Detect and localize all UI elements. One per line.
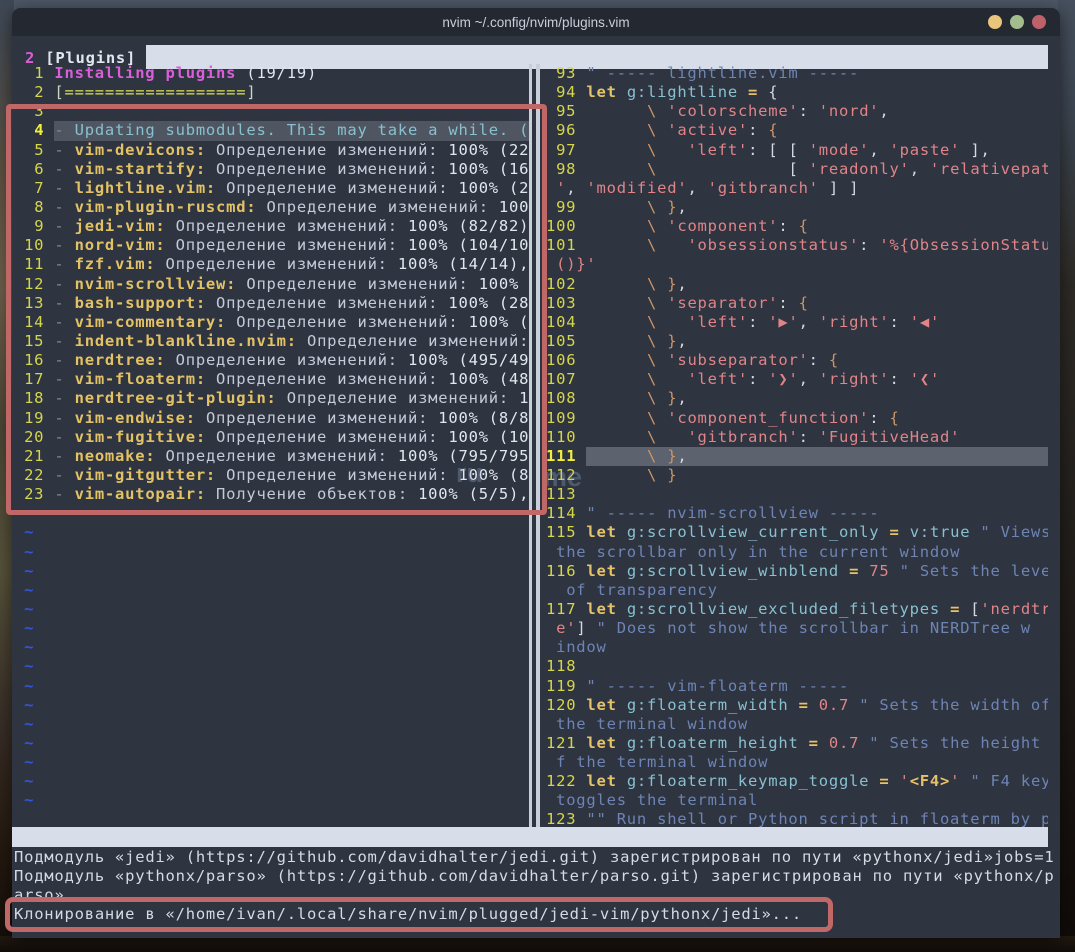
code-line: 7- lightline.vim: Определение изменений:…	[14, 179, 529, 198]
code-line: 16- nerdtree: Определение изменений: 100…	[14, 351, 529, 370]
vim-statusline	[12, 827, 1048, 847]
code-line: ~	[14, 657, 529, 676]
code-line: toggles the terminal	[546, 791, 1048, 810]
code-line: 93" ----- lightline.vim -----	[546, 64, 1048, 83]
minimize-button[interactable]	[988, 15, 1002, 29]
code-line: ~	[14, 523, 529, 542]
code-line: 98 \ [ 'readonly', 'relativepath	[546, 160, 1048, 179]
code-line: 116let g:scrollview_winblend = 75 " Sets…	[546, 562, 1048, 581]
code-line: 104 \ 'left': '▶', 'right': '◀'	[546, 313, 1048, 332]
code-line: 100 \ 'component': {	[546, 217, 1048, 236]
code-line: ~	[14, 504, 529, 523]
desktop-wallpaper-bottom	[0, 936, 1075, 952]
code-line: arso»	[14, 886, 1054, 905]
code-line: Подмодуль «jedi» (https://github.com/dav…	[14, 848, 1054, 867]
code-line: 8- vim-plugin-ruscmd: Определение измене…	[14, 198, 529, 217]
code-line: Клонирование в «/home/ivan/.local/share/…	[14, 905, 1054, 924]
code-line: ~	[14, 619, 529, 638]
code-line: ', 'modified', 'gitbranch' ] ]	[546, 179, 1048, 198]
code-line: 122let g:floaterm_keymap_toggle = '<F4>'…	[546, 772, 1048, 791]
code-line: ~	[14, 753, 529, 772]
vim-message-area: Подмодуль «jedi» (https://github.com/dav…	[14, 848, 1054, 938]
desktop-wallpaper-right	[1058, 0, 1075, 952]
maximize-button[interactable]	[1010, 15, 1024, 29]
code-line: 103 \ 'separator': {	[546, 294, 1048, 313]
code-line: ~	[14, 791, 529, 810]
code-line: 2[==================]	[14, 83, 529, 102]
code-line: Подмодуль «pythonx/parso» (https://githu…	[14, 867, 1054, 886]
code-line: 1Installing plugins (19/19)	[14, 64, 529, 83]
code-line: 114" ----- nvim-scrollview -----	[546, 504, 1048, 523]
code-line: 17- vim-floaterm: Определение изменений:…	[14, 370, 529, 389]
vim-plug-pane[interactable]: 1Installing plugins (19/19)2[===========…	[14, 64, 529, 827]
window-separator	[529, 64, 532, 827]
code-line: 97 \ 'left': [ [ 'mode', 'paste' ],	[546, 141, 1048, 160]
window-titlebar[interactable]: nvim ~/.config/nvim/plugins.vim	[12, 8, 1060, 36]
code-line: ()}'	[546, 255, 1048, 274]
code-line: 9- jedi-vim: Определение изменений: 100%…	[14, 217, 529, 236]
code-line: indow	[546, 638, 1048, 657]
code-line: 121let g:floaterm_height = 0.7 " Sets th…	[546, 734, 1048, 753]
code-line: ~	[14, 562, 529, 581]
code-line: 117let g:scrollview_excluded_filetypes =…	[546, 600, 1048, 619]
code-line: 95 \ 'colorscheme': 'nord',	[546, 102, 1048, 121]
code-line: 107 \ 'left': '❯', 'right': '❮'	[546, 370, 1048, 389]
code-line: of transparency	[546, 581, 1048, 600]
code-line: 115let g:scrollview_current_only = v:tru…	[546, 523, 1048, 542]
code-line: 23- vim-autopair: Получение объектов: 10…	[14, 485, 529, 504]
code-line: f the terminal window	[546, 753, 1048, 772]
code-line: 118	[546, 657, 1048, 676]
code-line: 108 \ },	[546, 389, 1048, 408]
code-line: ~	[14, 734, 529, 753]
code-line: 11- fzf.vim: Определение изменений: 100%…	[14, 255, 529, 274]
code-line: e'] " Does not show the scrollbar in NER…	[546, 619, 1048, 638]
code-line: ~	[14, 677, 529, 696]
code-line: 106 \ 'subseparator': {	[546, 351, 1048, 370]
code-line: the scrollbar only in the current window	[546, 543, 1048, 562]
code-line: 94let g:lightline = {	[546, 83, 1048, 102]
code-line: 10- nord-vim: Определение изменений: 100…	[14, 236, 529, 255]
code-line: ~	[14, 581, 529, 600]
scrollview-scrollbar	[536, 64, 540, 827]
code-line: ~	[14, 696, 529, 715]
code-line: 18- nerdtree-git-plugin: Определение изм…	[14, 389, 529, 408]
code-line: 109 \ 'component_function': {	[546, 409, 1048, 428]
code-line: ~	[14, 715, 529, 734]
code-line: 4- Updating submodules. This may take a …	[14, 121, 529, 140]
close-button[interactable]	[1032, 15, 1046, 29]
code-line: 120let g:floaterm_width = 0.7 " Sets the…	[546, 696, 1048, 715]
code-line: 14- vim-commentary: Определение изменени…	[14, 313, 529, 332]
code-line: 113	[546, 485, 1048, 504]
window-buttons	[988, 15, 1046, 29]
code-line: 99 \ },	[546, 198, 1048, 217]
code-line: 5- vim-devicons: Определение изменений: …	[14, 141, 529, 160]
code-line: 19- vim-endwise: Определение изменений: …	[14, 409, 529, 428]
code-line: 15- indent-blankline.nvim: Определение и…	[14, 332, 529, 351]
terminal-window: nvim ~/.config/nvim/plugins.vim 2 [Plugi…	[12, 8, 1060, 938]
code-line: 110 \ 'gitbranch': 'FugitiveHead'	[546, 428, 1048, 447]
window-title: nvim ~/.config/nvim/plugins.vim	[442, 15, 629, 30]
code-line: ~	[14, 600, 529, 619]
code-line: 111 \ },	[546, 447, 1048, 466]
code-line: ~	[14, 772, 529, 791]
plugins-vim-pane[interactable]: 93" ----- lightline.vim -----94let g:lig…	[546, 64, 1048, 827]
code-line: 20- vim-fugitive: Определение изменений:…	[14, 428, 529, 447]
code-line: 96 \ 'active': {	[546, 121, 1048, 140]
code-line: the terminal window	[546, 715, 1048, 734]
code-line: 123"" Run shell or Python script in floa…	[546, 810, 1048, 827]
code-line: 22- vim-gitgutter: Определение изменений…	[14, 466, 529, 485]
code-line: 101 \ 'obsessionstatus': '%{ObsessionSta…	[546, 236, 1048, 255]
code-line: 13- bash-support: Определение изменений:…	[14, 294, 529, 313]
code-line: 6- vim-startify: Определение изменений: …	[14, 160, 529, 179]
code-line: 3	[14, 102, 529, 121]
code-line: ~	[14, 543, 529, 562]
code-line: 119" ----- vim-floaterm -----	[546, 677, 1048, 696]
code-line: 21- neomake: Определение изменений: 100%…	[14, 447, 529, 466]
code-line: 105 \ },	[546, 332, 1048, 351]
code-line: 12- nvim-scrollview: Определение изменен…	[14, 275, 529, 294]
code-line: 112 \ }	[546, 466, 1048, 485]
code-line: ~	[14, 638, 529, 657]
code-line: 102 \ },	[546, 275, 1048, 294]
